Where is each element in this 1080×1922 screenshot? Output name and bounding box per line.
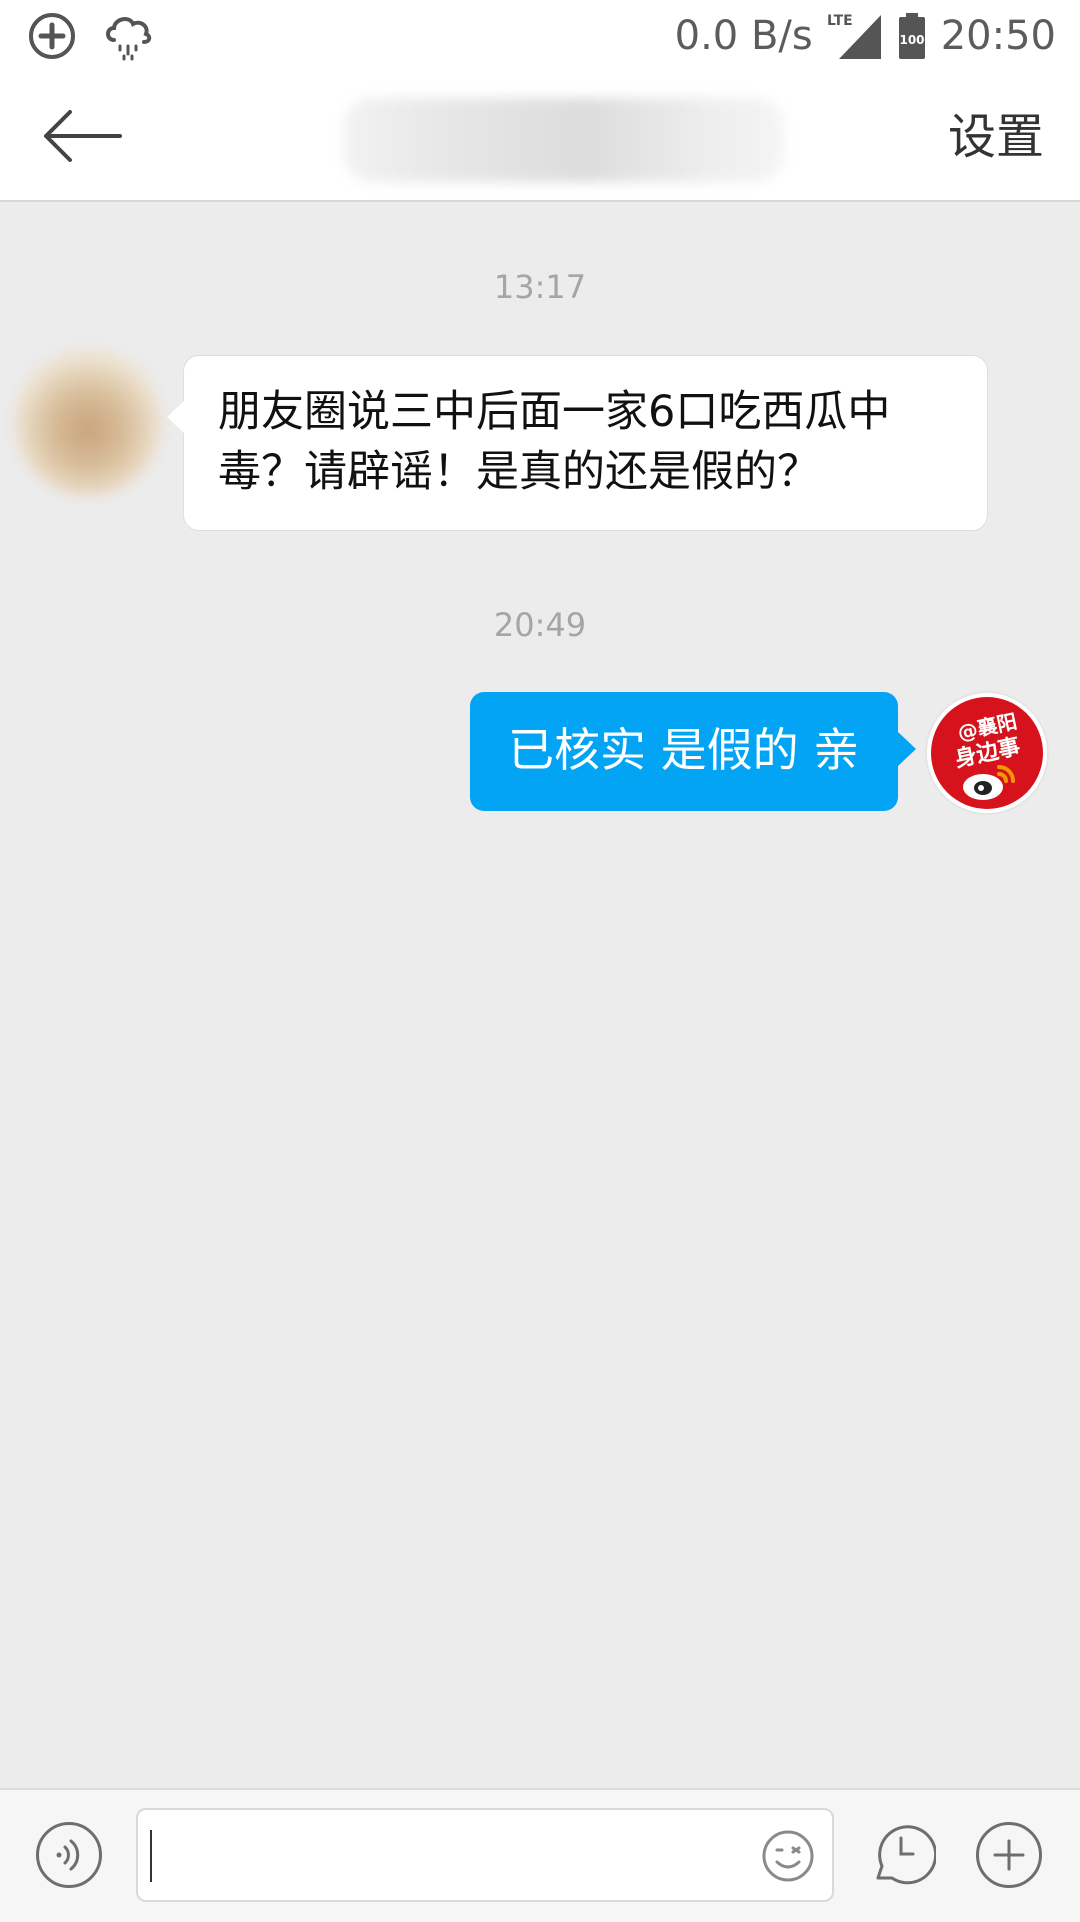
svg-text:LTE: LTE	[827, 13, 853, 29]
sender-avatar[interactable]	[14, 348, 162, 496]
weather-rain-icon	[100, 10, 156, 62]
settings-button[interactable]: 设置	[948, 102, 1044, 172]
chat-title	[344, 98, 784, 182]
status-bar: 0.0 B/s LTE 100 20:50	[0, 0, 1080, 72]
sent-message-bubble[interactable]: 已核实 是假的 亲	[470, 692, 916, 811]
weibo-logo-icon	[963, 765, 1015, 800]
more-button[interactable]	[976, 1822, 1042, 1888]
message-input[interactable]	[136, 1808, 834, 1902]
own-avatar[interactable]: @襄阳 身边事	[927, 693, 1047, 813]
voice-button[interactable]	[36, 1822, 102, 1888]
input-bar	[0, 1788, 1080, 1922]
clock: 20:50	[940, 13, 1056, 59]
message-text: 已核实 是假的 亲	[508, 723, 860, 777]
message-text: 朋友圈说三中后面一家6口吃西瓜中毒？请辟谣！是真的还是假的？	[218, 387, 891, 497]
voice-icon	[56, 1839, 80, 1871]
plus-icon	[993, 1839, 1025, 1871]
recent-button[interactable]	[866, 1820, 936, 1886]
message-timestamp: 13:17	[493, 268, 587, 306]
lte-signal-icon: LTE	[827, 11, 883, 61]
battery-icon: 100	[897, 11, 927, 61]
emoji-button[interactable]	[760, 1828, 816, 1884]
data-saver-icon	[26, 10, 78, 62]
arrow-left-icon	[44, 110, 122, 162]
battery-level: 100	[899, 33, 924, 47]
emoji-icon	[762, 1830, 814, 1882]
clock-icon	[876, 1825, 936, 1885]
back-button[interactable]	[36, 100, 126, 172]
text-caret	[150, 1830, 152, 1882]
app-header: 设置	[0, 72, 1080, 202]
message-timestamp: 20:49	[493, 606, 587, 644]
network-speed: 0.0 B/s	[674, 13, 813, 59]
received-message-bubble[interactable]: 朋友圈说三中后面一家6口吃西瓜中毒？请辟谣！是真的还是假的？	[167, 355, 988, 531]
